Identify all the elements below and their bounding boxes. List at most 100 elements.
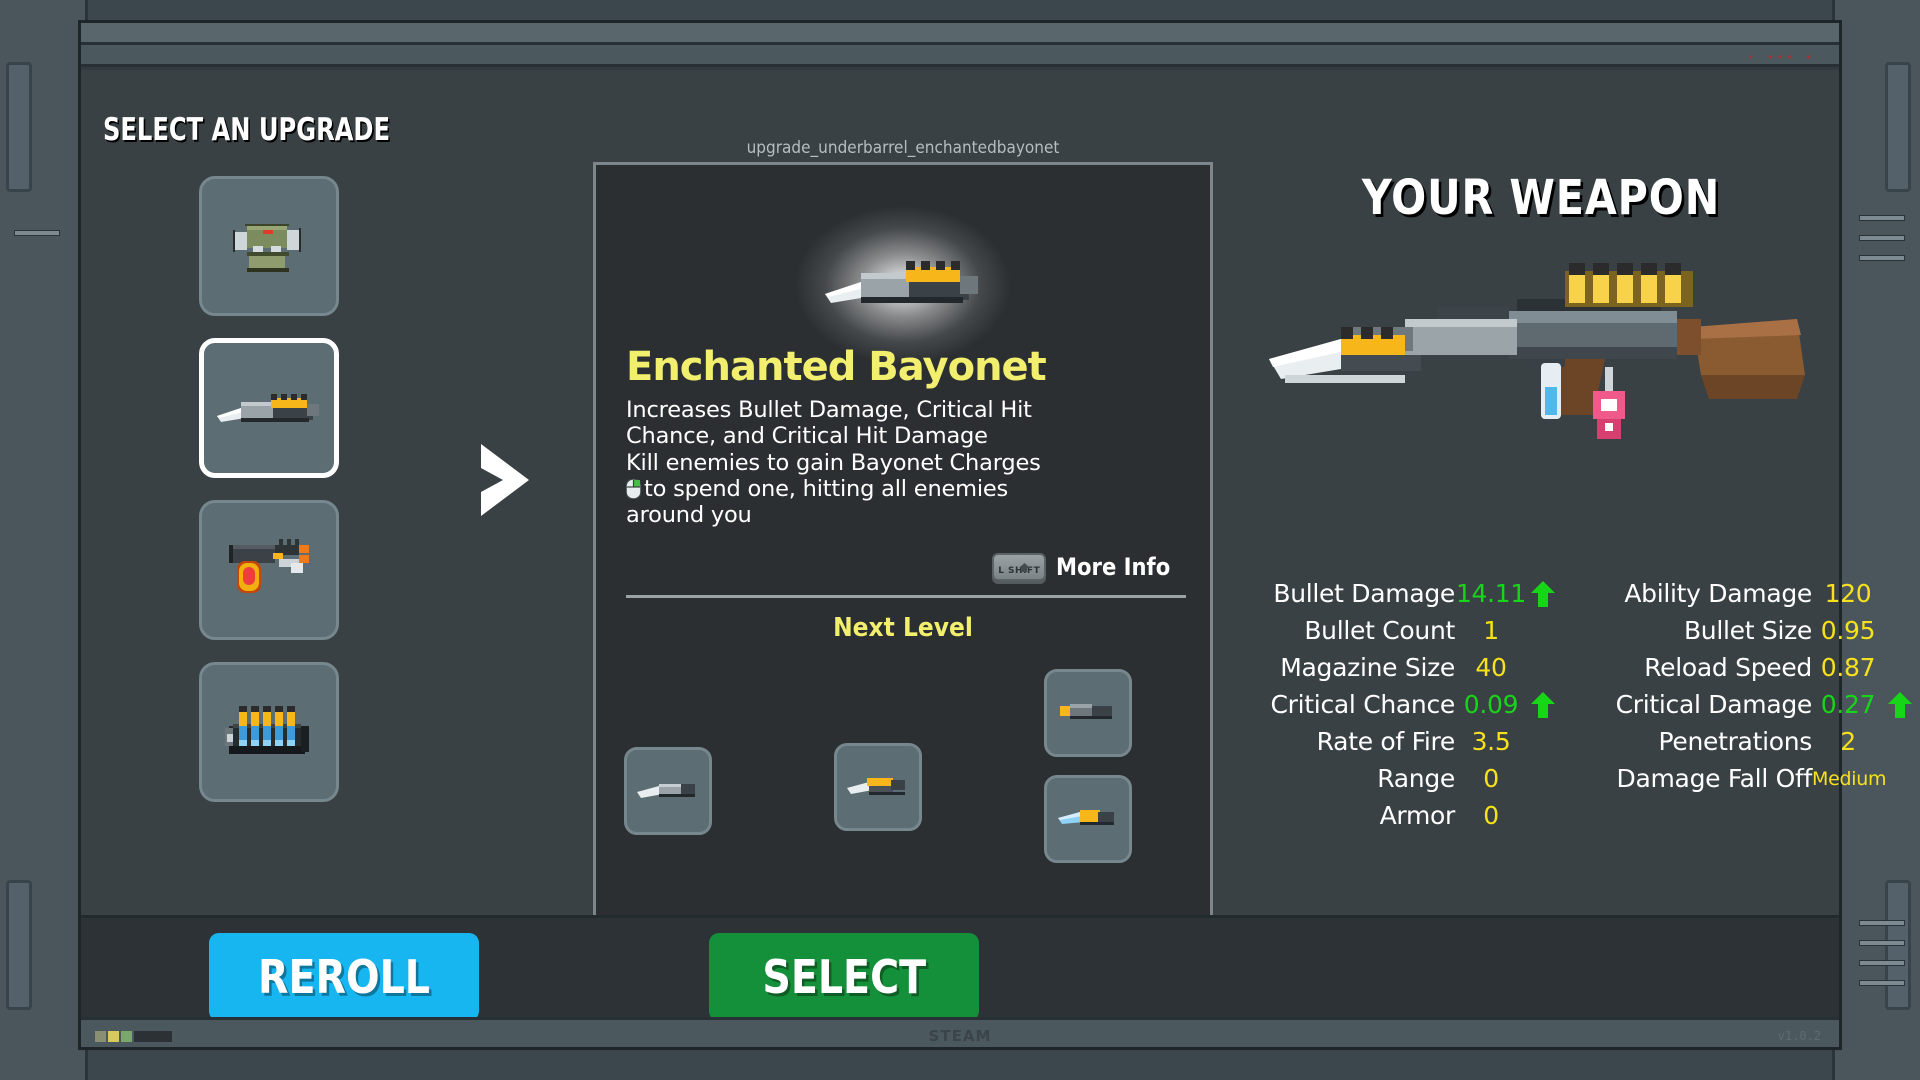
stat-row-armor: Armor 0 [1216, 797, 1559, 834]
cabinet-left-block-2 [6, 880, 32, 1010]
weapon-stats-grid: Bullet Damage 14.11 Bullet Count 1 Magaz… [1216, 575, 1916, 834]
item-description: Increases Bullet Damage, Critical Hit Ch… [625, 397, 1186, 529]
cabinet-vent-6 [1859, 215, 1905, 221]
more-info-row[interactable]: L SHIFT More Info [626, 553, 1186, 581]
stat-row-bullet-count: Bullet Count 1 [1216, 612, 1559, 649]
stat-value: 120 [1824, 579, 1872, 608]
swatch-1 [95, 1031, 106, 1042]
upgrade-detail-card: Enchanted Bayonet Increases Bullet Damag… [593, 162, 1213, 946]
console-status-bar: STEAM v1.0.2 [81, 1017, 1839, 1047]
next-level-item-2[interactable] [834, 743, 922, 831]
card-divider [626, 595, 1186, 598]
upgrade-console-window: • ••• • SELECT AN UPGRADE upgrade_underb… [78, 20, 1912, 1050]
console-content-area: SELECT AN UPGRADE upgrade_underbarrel_en… [81, 70, 1912, 946]
stat-row-critical-damage: Critical Damage 0.27 [1573, 686, 1916, 723]
desc-line-1: Increases Bullet Damage, Critical Hit [626, 397, 1032, 423]
cabinet-vent [14, 230, 60, 236]
console-sub-bar [81, 45, 1839, 67]
upgrade-choice-flame-launcher[interactable] [199, 500, 339, 640]
stat-value: 0 [1483, 801, 1499, 830]
upgrade-choice-panel: SELECT AN UPGRADE [103, 112, 503, 802]
stats-left-column: Bullet Damage 14.11 Bullet Count 1 Magaz… [1216, 575, 1559, 834]
stat-value: 0 [1483, 764, 1499, 793]
action-button-row: REROLL SELECT [81, 933, 1839, 1021]
stat-label: Penetrations [1658, 727, 1812, 756]
cabinet-vent-3 [1859, 940, 1905, 946]
more-info-label: More Info [1056, 553, 1171, 581]
stat-increase-arrow-icon [1527, 580, 1559, 607]
palette-swatches [95, 1031, 172, 1042]
weapon-panel-title: YOUR WEAPON [1361, 170, 1721, 226]
next-level-item-1[interactable] [624, 747, 712, 835]
stat-value: 0.87 [1820, 653, 1876, 682]
l-shift-keycap-icon: L SHIFT [992, 553, 1047, 581]
cabinet-right-block-1 [1885, 62, 1911, 192]
stat-value: Medium [1812, 767, 1887, 790]
bayonet-short-icon [1058, 698, 1118, 728]
select-button-label: SELECT [762, 950, 926, 1004]
stat-increase-arrow-icon [1527, 691, 1559, 718]
scope-attachment-icon [227, 212, 311, 280]
item-name: Enchanted Bayonet [626, 344, 1047, 390]
stat-label: Range [1377, 764, 1455, 793]
swatch-2 [108, 1031, 119, 1042]
enchanted-bayonet-art [824, 243, 982, 319]
weapon-art [1241, 254, 1841, 464]
desc-line-2: Chance, and Critical Hit Damage [626, 423, 988, 450]
next-level-item-4[interactable] [1044, 775, 1132, 863]
weapon-panel: YOUR WEAPON [1241, 170, 1841, 464]
stat-label: Damage Fall Off [1616, 764, 1813, 793]
enchanted-bayonet-icon [217, 382, 321, 434]
ammo-clip-icon [221, 702, 317, 762]
reroll-button[interactable]: REROLL [209, 933, 479, 1021]
swatch-4 [134, 1031, 172, 1042]
stat-row-ability-damage: Ability Damage 120 [1573, 575, 1916, 612]
stat-row-rate-of-fire: Rate of Fire 3.5 [1216, 723, 1559, 760]
select-button[interactable]: SELECT [709, 933, 979, 1021]
stat-increase-arrow-icon [1884, 691, 1916, 718]
stat-value: 0.09 [1463, 690, 1519, 719]
upgrade-choice-list [103, 176, 503, 802]
cabinet-vent-2 [1859, 920, 1905, 926]
next-level-items-grid [596, 657, 1210, 917]
version-text: v1.0.2 [1777, 1029, 1821, 1043]
cabinet-vent-5 [1859, 980, 1905, 986]
stat-label: Magazine Size [1280, 653, 1455, 682]
cabinet-left-block-1 [6, 62, 32, 192]
reroll-button-label: REROLL [258, 950, 430, 1004]
stat-label: Rate of Fire [1316, 727, 1456, 756]
bayonet-knife-plain-icon [637, 776, 699, 806]
cabinet-right-panel [1832, 0, 1920, 1080]
stat-label: Critical Chance [1270, 690, 1456, 719]
stat-row-damage-fall-off: Damage Fall Off Medium [1573, 760, 1916, 797]
upgrade-text-block: Enchanted Bayonet Increases Bullet Damag… [625, 344, 1186, 529]
next-level-item-3[interactable] [1044, 669, 1132, 757]
upgrade-internal-id: upgrade_underbarrel_enchantedbayonet [746, 138, 1060, 158]
stats-right-column: Ability Damage 120 Bullet Size 0.95 Relo… [1573, 575, 1916, 834]
console-status-dots: • ••• • [1747, 51, 1815, 64]
cabinet-vent-7 [1859, 235, 1905, 241]
upgrade-choice-ammo-clip[interactable] [199, 662, 339, 802]
page-title: SELECT AN UPGRADE [103, 112, 391, 148]
stat-label: Ability Damage [1624, 579, 1812, 608]
bayonet-knife-gold-icon [847, 772, 909, 802]
stat-label: Bullet Count [1304, 616, 1455, 645]
desc-line-5: around you [626, 502, 752, 529]
flame-launcher-icon [223, 533, 315, 607]
cabinet-left-panel [0, 0, 88, 1080]
next-level-heading: Next Level [833, 613, 973, 643]
game-screen: • ••• • SELECT AN UPGRADE upgrade_underb… [0, 0, 1920, 1080]
stat-value: 40 [1475, 653, 1507, 682]
stat-label: Bullet Damage [1273, 579, 1455, 608]
stat-row-range: Range 0 [1216, 760, 1559, 797]
stat-label: Reload Speed [1644, 653, 1812, 682]
cabinet-vent-8 [1859, 255, 1905, 261]
desc-line-4: to spend one, hitting all enemies [644, 475, 1009, 502]
desc-line-4-with-mouse: to spend one, hitting all enemies [625, 475, 1186, 502]
stat-row-bullet-size: Bullet Size 0.95 [1573, 612, 1916, 649]
upgrade-choice-enchanted-bayonet[interactable] [199, 338, 339, 478]
stat-value: 0.27 [1820, 690, 1876, 719]
stat-label: Armor [1379, 801, 1456, 830]
upgrade-choice-scope[interactable] [199, 176, 339, 316]
console-title-bar [81, 23, 1839, 45]
